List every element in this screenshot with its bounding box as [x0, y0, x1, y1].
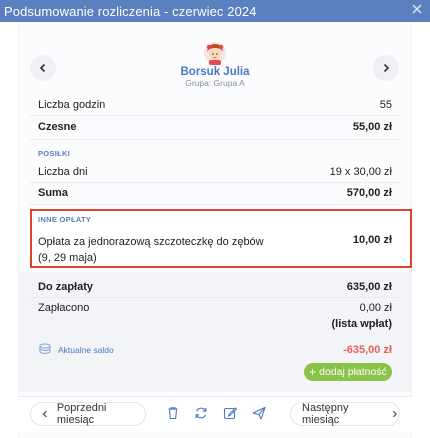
- balance-label: Aktualne saldo: [58, 345, 114, 355]
- child-name[interactable]: Borsuk Julia: [150, 66, 280, 78]
- divider: [30, 204, 400, 205]
- meal-days-row: Liczba dni 19 x 30,00 zł: [38, 163, 392, 181]
- chevron-left-icon: [39, 63, 46, 73]
- divider: [30, 297, 400, 298]
- other-fee-dates: (9, 29 maja): [38, 252, 97, 264]
- close-icon[interactable]: [410, 2, 424, 16]
- divider: [30, 115, 400, 116]
- meal-days-label: Liczba dni: [38, 166, 88, 178]
- tuition-label: Czesne: [38, 121, 77, 133]
- title-bar: Podsumowanie rozliczenia - czerwiec 2024: [0, 0, 430, 22]
- other-fee-name: Opłata za jednorazową szczoteczkę do zęb…: [38, 236, 264, 248]
- amount-due-label: Do zapłaty: [38, 281, 94, 293]
- meals-section-label: POSIŁKI: [38, 149, 71, 158]
- previous-month-label: Poprzedni miesiąc: [56, 402, 107, 426]
- payments-link-row: (lista wpłat): [38, 315, 392, 333]
- hours-label: Liczba godzin: [38, 99, 106, 111]
- window-title: Podsumowanie rozliczenia - czerwiec 2024: [4, 3, 257, 19]
- tuition-row: Czesne 55,00 zł: [38, 118, 392, 136]
- next-child-button[interactable]: [373, 55, 399, 81]
- other-fee-value: 10,00 zł: [352, 234, 392, 246]
- child-group: Grupa: Grupa A: [185, 78, 245, 88]
- plus-icon: +: [309, 365, 317, 379]
- hours-row: Liczba godzin 55: [38, 96, 392, 114]
- previous-child-button[interactable]: [30, 55, 56, 81]
- meals-sum-label: Suma: [38, 187, 68, 199]
- next-month-label: Następny miesiąc: [302, 402, 349, 426]
- add-payment-label: dodaj płatność: [319, 366, 387, 378]
- next-month-button[interactable]: Następny miesiąc: [290, 402, 400, 426]
- meals-sum-value: 570,00 zł: [346, 187, 392, 199]
- avatar: [204, 42, 226, 65]
- edit-icon[interactable]: [222, 405, 238, 421]
- chevron-left-icon: [42, 410, 47, 418]
- previous-month-button[interactable]: Poprzedni miesiąc: [30, 402, 146, 426]
- meal-days-value: 19 x 30,00 zł: [329, 166, 392, 178]
- other-fee-description: Opłata za jednorazową szczoteczkę do zęb…: [38, 234, 278, 266]
- divider: [30, 182, 400, 183]
- payments-list-link[interactable]: (lista wpłat): [331, 318, 392, 330]
- refresh-icon[interactable]: [193, 405, 209, 421]
- chevron-right-icon: [393, 410, 398, 418]
- coins-icon: [39, 343, 51, 354]
- balance-value: -635,00 zł: [343, 344, 392, 356]
- other-fees-section-label: INNE OPŁATY: [38, 215, 92, 224]
- meals-sum-row: Suma 570,00 zł: [38, 184, 392, 202]
- trash-icon[interactable]: [165, 405, 181, 421]
- hours-value: 55: [379, 99, 392, 111]
- chevron-right-icon: [383, 63, 390, 73]
- amount-due-value: 635,00 zł: [346, 281, 392, 293]
- tuition-value: 55,00 zł: [352, 121, 392, 133]
- add-payment-button[interactable]: + dodaj płatność: [304, 363, 392, 381]
- paid-label: Zapłacono: [38, 302, 90, 314]
- paid-value: 0,00 zł: [359, 302, 392, 314]
- send-icon[interactable]: [251, 405, 267, 421]
- amount-due-row: Do zapłaty 635,00 zł: [38, 278, 392, 296]
- divider: [30, 139, 400, 140]
